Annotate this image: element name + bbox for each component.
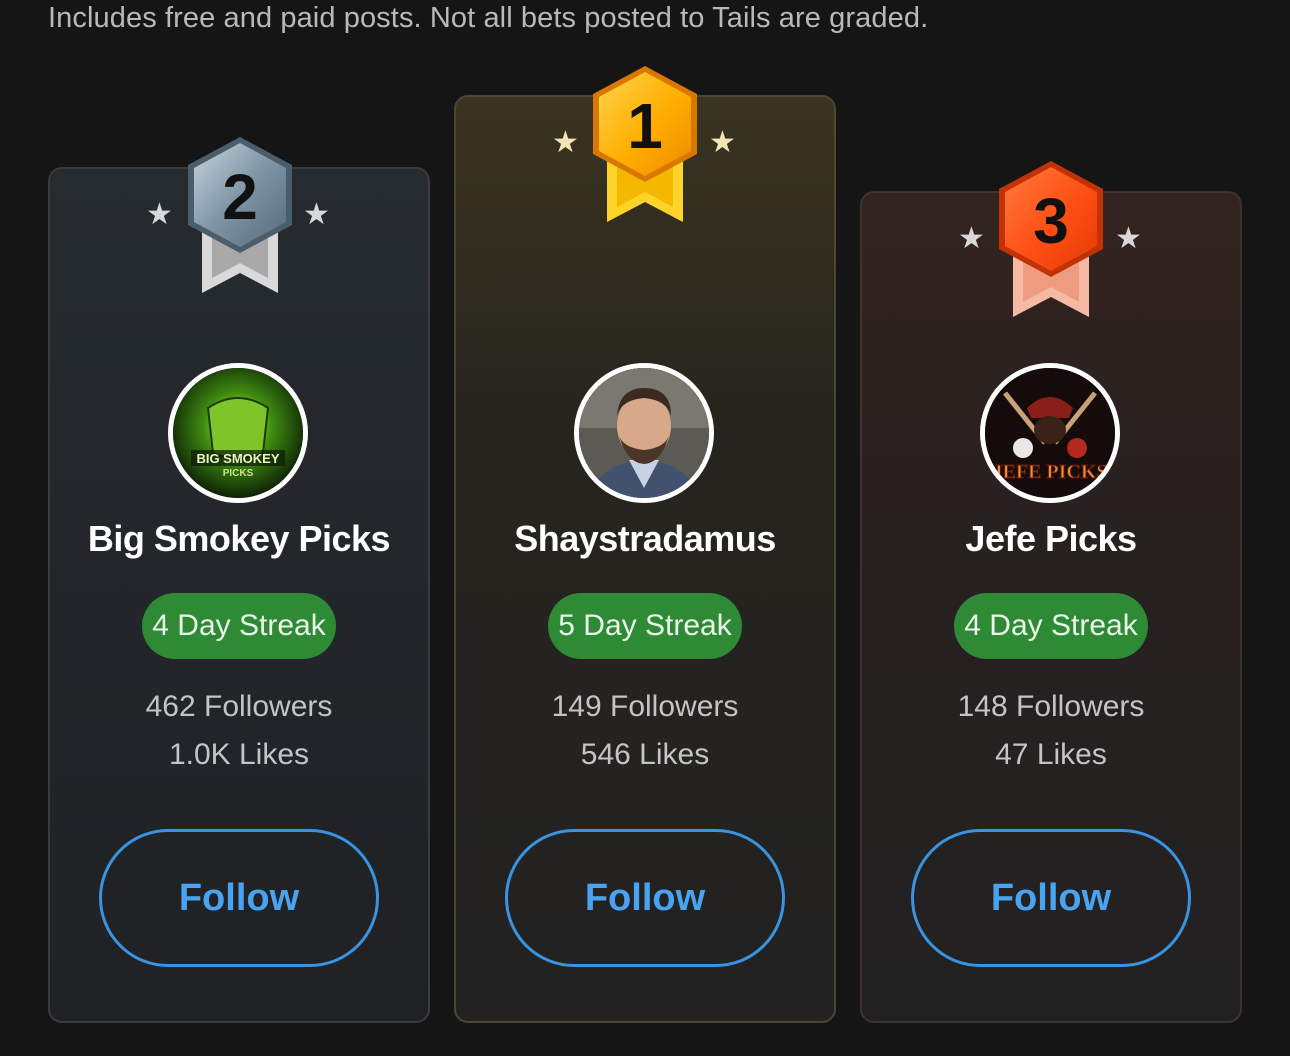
- creator-name[interactable]: Big Smokey Picks: [48, 518, 430, 560]
- creator-name[interactable]: Shaystradamus: [454, 518, 836, 560]
- star-icon: ★: [552, 126, 579, 159]
- creator-name[interactable]: Jefe Picks: [860, 518, 1242, 560]
- star-icon: ★: [1115, 222, 1142, 255]
- avatar[interactable]: JEFE PICKS: [980, 363, 1120, 503]
- streak-badge: 4 Day Streak: [954, 593, 1148, 659]
- followers-count: 462 Followers: [145, 690, 333, 723]
- streak-badge: 4 Day Streak: [142, 593, 336, 659]
- medal-rank-number: 2: [222, 161, 258, 233]
- follow-button[interactable]: Follow: [505, 829, 785, 967]
- leaderboard-subtitle: Includes free and paid posts. Not all be…: [48, 2, 929, 34]
- follow-button[interactable]: Follow: [911, 829, 1191, 967]
- star-icon: ★: [146, 198, 173, 231]
- likes-count: 1.0K Likes: [168, 738, 310, 771]
- gold-medal-icon: 1: [585, 62, 705, 232]
- followers-count: 149 Followers: [551, 690, 739, 723]
- star-icon: ★: [709, 126, 736, 159]
- svg-text:JEFE PICKS: JEFE PICKS: [992, 461, 1107, 483]
- star-icon: ★: [958, 222, 985, 255]
- follow-button[interactable]: Follow: [99, 829, 379, 967]
- streak-badge: 5 Day Streak: [548, 593, 742, 659]
- likes-count: 47 Likes: [995, 738, 1107, 771]
- svg-text:BIG SMOKEY: BIG SMOKEY: [196, 451, 279, 466]
- star-icon: ★: [303, 198, 330, 231]
- avatar[interactable]: BIG SMOKEY PICKS: [168, 363, 308, 503]
- followers-count: 148 Followers: [957, 690, 1145, 723]
- medal-rank-number: 3: [1033, 185, 1069, 257]
- avatar[interactable]: [574, 363, 714, 503]
- medal-rank-number: 1: [627, 90, 663, 162]
- bronze-medal-icon: 3: [991, 157, 1111, 327]
- svg-text:PICKS: PICKS: [223, 468, 254, 479]
- likes-count: 546 Likes: [580, 738, 710, 771]
- silver-medal-icon: 2: [180, 133, 300, 303]
